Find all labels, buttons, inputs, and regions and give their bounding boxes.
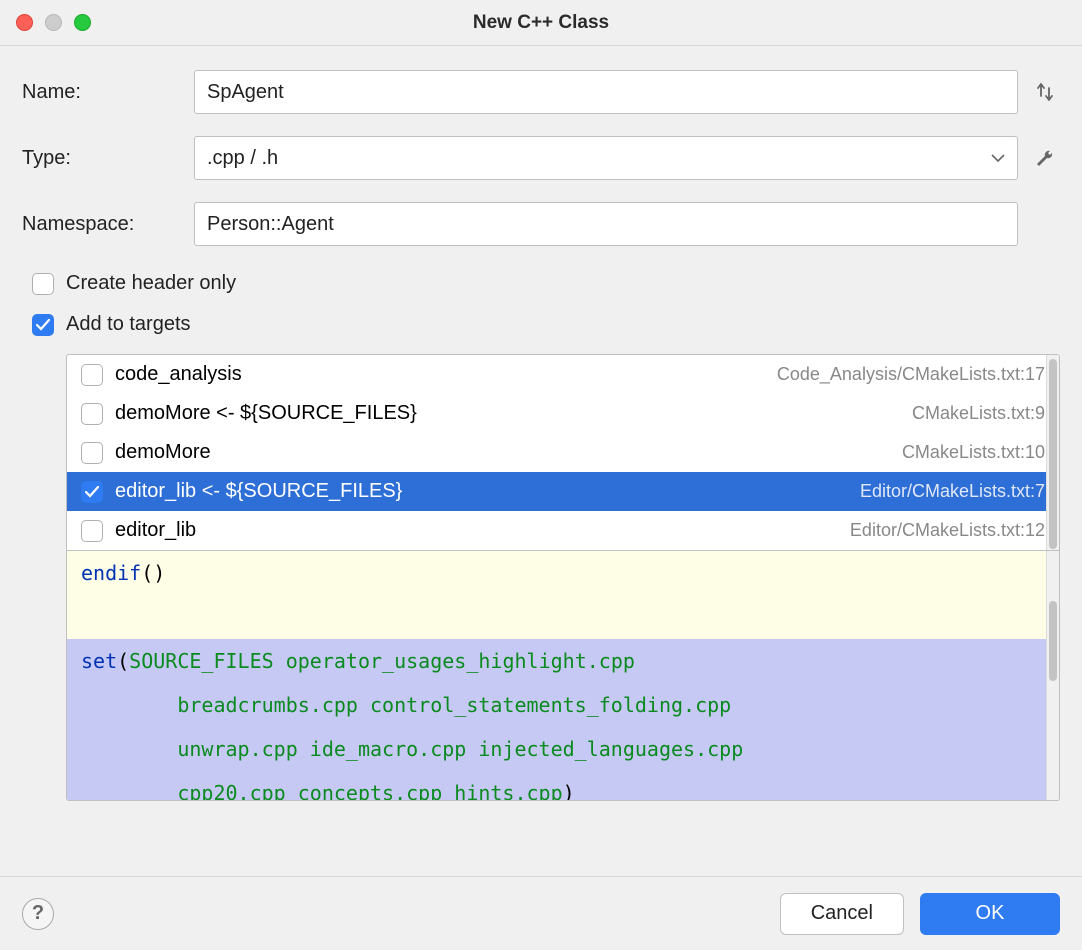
target-path: CMakeLists.txt:10 xyxy=(902,442,1045,463)
code-token: endif xyxy=(81,561,141,585)
create-header-only-label: Create header only xyxy=(66,272,236,295)
code-token: cpp20.cpp concepts.cpp hints.cpp xyxy=(81,781,563,801)
target-path: Code_Analysis/CMakeLists.txt:17 xyxy=(777,364,1045,385)
target-name: code_analysis xyxy=(115,363,242,386)
target-path: Editor/CMakeLists.txt:7 xyxy=(860,481,1045,502)
targets-list: code_analysis Code_Analysis/CMakeLists.tx… xyxy=(66,354,1060,551)
titlebar: New C++ Class xyxy=(0,0,1082,46)
cancel-button[interactable]: Cancel xyxy=(780,893,904,935)
window-controls xyxy=(16,14,91,31)
code-token: operator_usages_highlight.cpp xyxy=(274,649,635,673)
close-window-button[interactable] xyxy=(16,14,33,31)
code-scrollbar[interactable] xyxy=(1046,551,1059,800)
namespace-label: Namespace: xyxy=(22,213,182,236)
help-button[interactable]: ? xyxy=(22,898,54,930)
add-to-targets-checkbox[interactable] xyxy=(32,314,54,336)
code-token: ( xyxy=(117,649,129,673)
code-token: unwrap.cpp ide_macro.cpp injected_langua… xyxy=(81,737,743,761)
target-row[interactable]: editor_lib <- ${SOURCE_FILES} Editor/CMak… xyxy=(67,472,1059,511)
type-select[interactable]: .cpp / .h xyxy=(194,136,1018,180)
sort-icon[interactable] xyxy=(1030,82,1060,102)
target-row[interactable]: demoMore CMakeLists.txt:10 xyxy=(67,433,1059,472)
maximize-window-button[interactable] xyxy=(74,14,91,31)
window-title: New C++ Class xyxy=(0,12,1082,34)
target-row[interactable]: editor_lib Editor/CMakeLists.txt:12 xyxy=(67,511,1059,550)
code-token: breadcrumbs.cpp control_statements_foldi… xyxy=(81,693,731,717)
code-token: ) xyxy=(563,781,575,801)
code-token: SOURCE_FILES xyxy=(129,649,274,673)
target-checkbox[interactable] xyxy=(81,442,103,464)
target-path: CMakeLists.txt:9 xyxy=(912,403,1045,424)
target-path: Editor/CMakeLists.txt:12 xyxy=(850,520,1045,541)
target-checkbox[interactable] xyxy=(81,520,103,542)
target-name: editor_lib <- ${SOURCE_FILES} xyxy=(115,480,402,503)
name-label: Name: xyxy=(22,81,182,104)
ok-button[interactable]: OK xyxy=(920,893,1060,935)
target-checkbox[interactable] xyxy=(81,481,103,503)
target-checkbox[interactable] xyxy=(81,364,103,386)
code-preview: endif() set(SOURCE_FILES operator_usages… xyxy=(66,551,1060,801)
target-name: demoMore xyxy=(115,441,211,464)
chevron-down-icon xyxy=(991,153,1005,163)
code-token: () xyxy=(141,561,165,585)
minimize-window-button[interactable] xyxy=(45,14,62,31)
target-name: editor_lib xyxy=(115,519,196,542)
target-row[interactable]: code_analysis Code_Analysis/CMakeLists.tx… xyxy=(67,355,1059,394)
target-name: demoMore <- ${SOURCE_FILES} xyxy=(115,402,417,425)
wrench-icon[interactable] xyxy=(1030,147,1060,169)
namespace-input[interactable] xyxy=(194,202,1018,246)
target-row[interactable]: demoMore <- ${SOURCE_FILES} CMakeLists.tx… xyxy=(67,394,1059,433)
targets-scrollbar[interactable] xyxy=(1046,355,1059,550)
code-token: set xyxy=(81,649,117,673)
name-input[interactable] xyxy=(194,70,1018,114)
type-label: Type: xyxy=(22,147,182,170)
type-value: .cpp / .h xyxy=(207,147,278,170)
create-header-only-checkbox[interactable] xyxy=(32,273,54,295)
add-to-targets-label: Add to targets xyxy=(66,313,191,336)
target-checkbox[interactable] xyxy=(81,403,103,425)
